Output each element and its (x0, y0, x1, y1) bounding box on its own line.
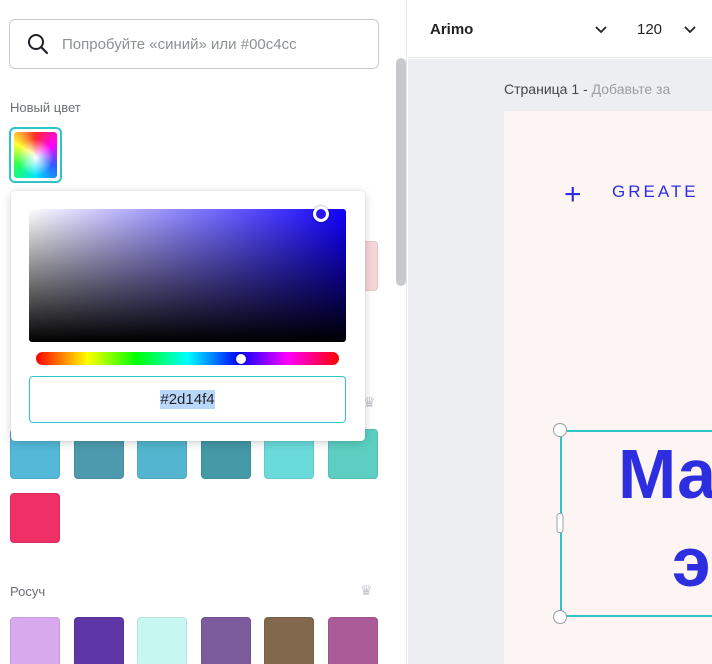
side-resize-handle[interactable] (556, 513, 564, 533)
resize-handle[interactable] (553, 610, 567, 624)
saturation-brightness-area[interactable] (29, 206, 346, 342)
color-picker-popover: #2d14f4 (11, 191, 365, 441)
new-color-title: Новый цвет (10, 100, 81, 115)
app-root: Новый цвет ♛ Росуч ♛ #2d14f4 Arimo (0, 0, 712, 664)
canvas-area: Страница 1 - Добавьте за + GREATE Ма э (408, 59, 712, 664)
saturation-handle[interactable] (312, 206, 329, 223)
color-swatch[interactable] (328, 617, 378, 664)
color-swatch[interactable] (10, 617, 60, 664)
color-swatch[interactable] (200, 617, 251, 664)
resize-handle[interactable] (553, 423, 567, 437)
search-input[interactable] (62, 35, 362, 53)
hex-value: #2d14f4 (160, 390, 215, 409)
color-swatch[interactable] (137, 617, 188, 664)
big-text-line-2[interactable]: э (672, 527, 711, 597)
big-text-line-1[interactable]: Ма (618, 439, 712, 509)
hue-handle[interactable] (236, 353, 247, 364)
palette-title: Росуч (10, 584, 46, 599)
chevron-down-icon[interactable] (683, 22, 697, 36)
color-swatch[interactable] (264, 617, 315, 664)
crown-icon: ♛ (360, 582, 373, 598)
font-family-dropdown[interactable]: Arimo (430, 21, 473, 38)
page-label: Страница 1 - Добавьте за (504, 81, 670, 97)
color-swatch[interactable] (73, 617, 124, 664)
color-swatch[interactable] (10, 493, 60, 543)
color-panel: Новый цвет ♛ Росуч ♛ #2d14f4 (0, 0, 407, 664)
page-title-hint[interactable]: Добавьте за (592, 81, 671, 97)
color-wheel-icon (14, 132, 57, 178)
text-toolbar: Arimo 120 (408, 0, 712, 58)
heading-text[interactable]: GREATE (612, 182, 699, 202)
search-box[interactable] (9, 19, 379, 69)
design-page[interactable]: + GREATE Ма э (504, 111, 712, 664)
plus-icon: + (564, 178, 582, 211)
search-icon (28, 34, 49, 55)
hex-input[interactable]: #2d14f4 (29, 376, 346, 423)
hue-slider[interactable] (36, 352, 339, 365)
scrollbar[interactable] (396, 58, 406, 286)
page-number: Страница 1 - (504, 81, 588, 97)
font-size-dropdown[interactable]: 120 (637, 21, 662, 38)
new-color-button[interactable] (9, 127, 62, 183)
chevron-down-icon[interactable] (594, 22, 608, 36)
